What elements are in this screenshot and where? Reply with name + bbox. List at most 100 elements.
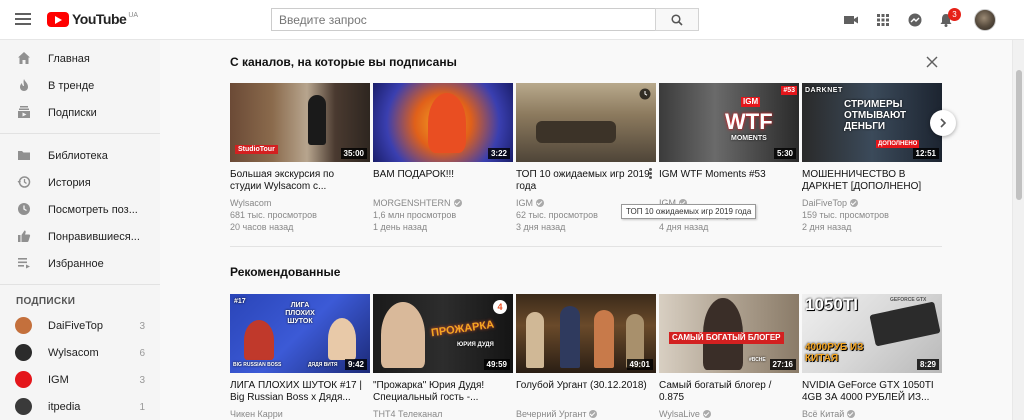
video-thumbnail[interactable]: 1050TI GEFORCE GTX 4000РУБ ИЗ КИТАЯ 8:29 [802,294,942,373]
new-videos-count: 3 [139,374,145,386]
youtube-logo[interactable]: YouTube UA [47,12,138,28]
hashtag-text: #ВСНЕ [749,357,766,363]
video-thumbnail[interactable]: 3:22 [373,83,513,162]
upload-video-icon[interactable] [843,12,859,28]
video-title[interactable]: "Прожарка" Юрия Дудя! Специальный гость … [373,380,507,404]
sidebar-item-history[interactable]: История [0,170,160,196]
update-tag: ДОПОЛНЕНО [876,140,920,148]
scrollbar-thumb[interactable] [1016,70,1022,200]
thumbnail-overlay-text: 1050TI [805,295,858,314]
sidebar-item-label: Главная [48,53,90,65]
page-scrollbar[interactable] [1012,40,1024,420]
sidebar-subscription-wylsacom[interactable]: Wylsacom 6 [0,340,160,366]
video-card[interactable]: 1050TI GEFORCE GTX 4000РУБ ИЗ КИТАЯ 8:29… [802,294,942,420]
video-channel[interactable]: MORGENSHTERN [373,197,513,209]
search-button[interactable] [655,8,699,31]
video-title[interactable]: NVIDIA GeForce GTX 1050TI 4GB ЗА 4000 РУ… [802,380,936,404]
video-card[interactable]: DARKNET СТРИМЕРЫ ОТМЫВАЮТ ДЕНЬГИ ДОПОЛНЕ… [802,83,942,233]
more-options-icon[interactable] [649,168,652,180]
video-channel[interactable]: WylsaLive [659,408,799,420]
video-card[interactable]: StudioTour 35:00 Большая экскурсия по ст… [230,83,370,233]
video-views: 681 тыс. просмотров [230,210,317,220]
sidebar-subscription-itpedia[interactable]: itpedia 1 [0,394,160,420]
video-card[interactable]: 3:22 BAM ПОДАРОК!!! MORGENSHTERN 1,6 млн… [373,83,513,233]
video-title[interactable]: Голубой Ургант (30.12.2018) [516,380,650,404]
video-thumbnail[interactable]: IGM WTF MOMENTS #53 5:30 [659,83,799,162]
watch-later-icon[interactable] [639,88,651,100]
video-title[interactable]: Большая экскурсия по студии Wylsacom с..… [230,169,364,193]
messages-icon[interactable] [907,12,923,28]
channel-logo-icon: 4 [493,300,507,314]
video-thumbnail[interactable]: #17 ЛИГА ПЛОХИХ ШУТОК BIG RUSSIAN BOSS Д… [230,294,370,373]
account-avatar[interactable] [974,9,996,31]
vehicle-figure [536,121,616,143]
sidebar-item-favorites[interactable]: Избранное [0,251,160,277]
verified-icon [589,410,598,418]
search-icon [671,13,683,26]
video-title[interactable]: МОШЕННИЧЕСТВО В ДАРКНЕТ [ДОПОЛНЕНО] [802,169,936,193]
video-thumbnail[interactable] [516,83,656,162]
apps-grid-icon[interactable] [875,12,891,28]
subscriptions-heading: ПОДПИСКИ [16,296,76,307]
person-figure [560,306,580,368]
close-icon[interactable] [926,56,938,68]
sidebar-item-label: Посмотреть поз... [48,204,138,216]
video-title[interactable]: Самый богатый блогер / 0.875 [659,380,793,404]
search-input[interactable] [271,8,656,31]
video-duration: 3:22 [487,148,510,159]
video-channel[interactable]: Вечерний Ургант [516,408,656,420]
sidebar-item-watch-later[interactable]: Посмотреть поз... [0,197,160,223]
flame-icon [20,79,28,91]
clock-icon [18,203,30,215]
video-duration: 5:30 [773,148,796,159]
video-duration: 9:42 [344,359,367,370]
video-card[interactable]: #17 ЛИГА ПЛОХИХ ШУТОК BIG RUSSIAN BOSS Д… [230,294,370,420]
sidebar-subscription-daifivetop[interactable]: DaiFiveTop 3 [0,313,160,339]
video-duration: 49:59 [483,359,510,370]
video-channel[interactable]: Всё Китай [802,408,942,420]
verified-icon [850,199,859,207]
sidebar-item-subscriptions[interactable]: Подписки [0,100,160,126]
sidebar-item-liked[interactable]: Понравившиеся... [0,224,160,250]
video-thumbnail[interactable]: ПРОЖАРКА ЮРИЯ ДУДЯ 4 49:59 [373,294,513,373]
channel-avatar [15,371,32,388]
next-arrow-button[interactable] [930,110,956,136]
video-channel[interactable]: DaiFiveTop [802,197,942,209]
video-channel[interactable]: ТНТ4 Телеканал [373,408,513,420]
thumbnail-overlay-text: САМЫЙ БОГАТЫЙ БЛОГЕР [669,332,784,344]
channel-avatar [15,398,32,415]
channel-name: Вечерний Ургант [516,409,587,419]
video-thumbnail[interactable]: DARKNET СТРИМЕРЫ ОТМЫВАЮТ ДЕНЬГИ ДОПОЛНЕ… [802,83,942,162]
video-views: 1,6 млн просмотров [373,210,457,220]
sidebar-subscription-igm[interactable]: IGM 3 [0,367,160,393]
verified-icon [847,410,856,418]
thumbnail-overlay-text: StudioTour [235,145,278,154]
video-title[interactable]: ТОП 10 ожидаемых игр 2019 года [516,169,650,193]
video-title[interactable]: ЛИГА ПЛОХИХ ШУТОК #17 | Big Russian Boss… [230,380,364,404]
sidebar-item-label: itpedia [48,401,81,413]
sidebar-item-library[interactable]: Библиотека [0,143,160,169]
menu-icon[interactable] [15,13,31,25]
video-views: 159 тыс. просмотров [802,210,889,220]
person-figure [328,318,356,360]
verified-icon [702,410,711,418]
video-duration: 27:16 [769,359,796,370]
video-thumbnail[interactable]: САМЫЙ БОГАТЫЙ БЛОГЕР #ВСНЕ 27:16 [659,294,799,373]
guest-caption: BIG RUSSIAN BOSS [233,362,282,368]
video-title[interactable]: BAM ПОДАРОК!!! [373,169,507,193]
video-channel[interactable]: Wylsacom [230,197,370,209]
video-thumbnail[interactable]: 49:01 [516,294,656,373]
video-card[interactable]: ПРОЖАРКА ЮРИЯ ДУДЯ 4 49:59 "Прожарка" Юр… [373,294,513,420]
video-thumbnail[interactable]: StudioTour 35:00 [230,83,370,162]
sidebar-item-label: Библиотека [48,150,108,162]
section-divider [230,246,942,247]
channel-brand-text: IGM [741,97,761,107]
folder-icon [18,151,30,160]
video-card[interactable]: 49:01 Голубой Ургант (30.12.2018) Вечерн… [516,294,656,420]
video-channel[interactable]: Чикен Карри [230,408,370,420]
video-card[interactable]: САМЫЙ БОГАТЫЙ БЛОГЕР #ВСНЕ 27:16 Самый б… [659,294,799,420]
sidebar-item-home[interactable]: Главная [0,46,160,72]
title-tooltip: ТОП 10 ожидаемых игр 2019 года [621,204,757,219]
video-title[interactable]: IGM WTF Moments #53 [659,169,793,193]
sidebar-item-trending[interactable]: В тренде [0,73,160,99]
